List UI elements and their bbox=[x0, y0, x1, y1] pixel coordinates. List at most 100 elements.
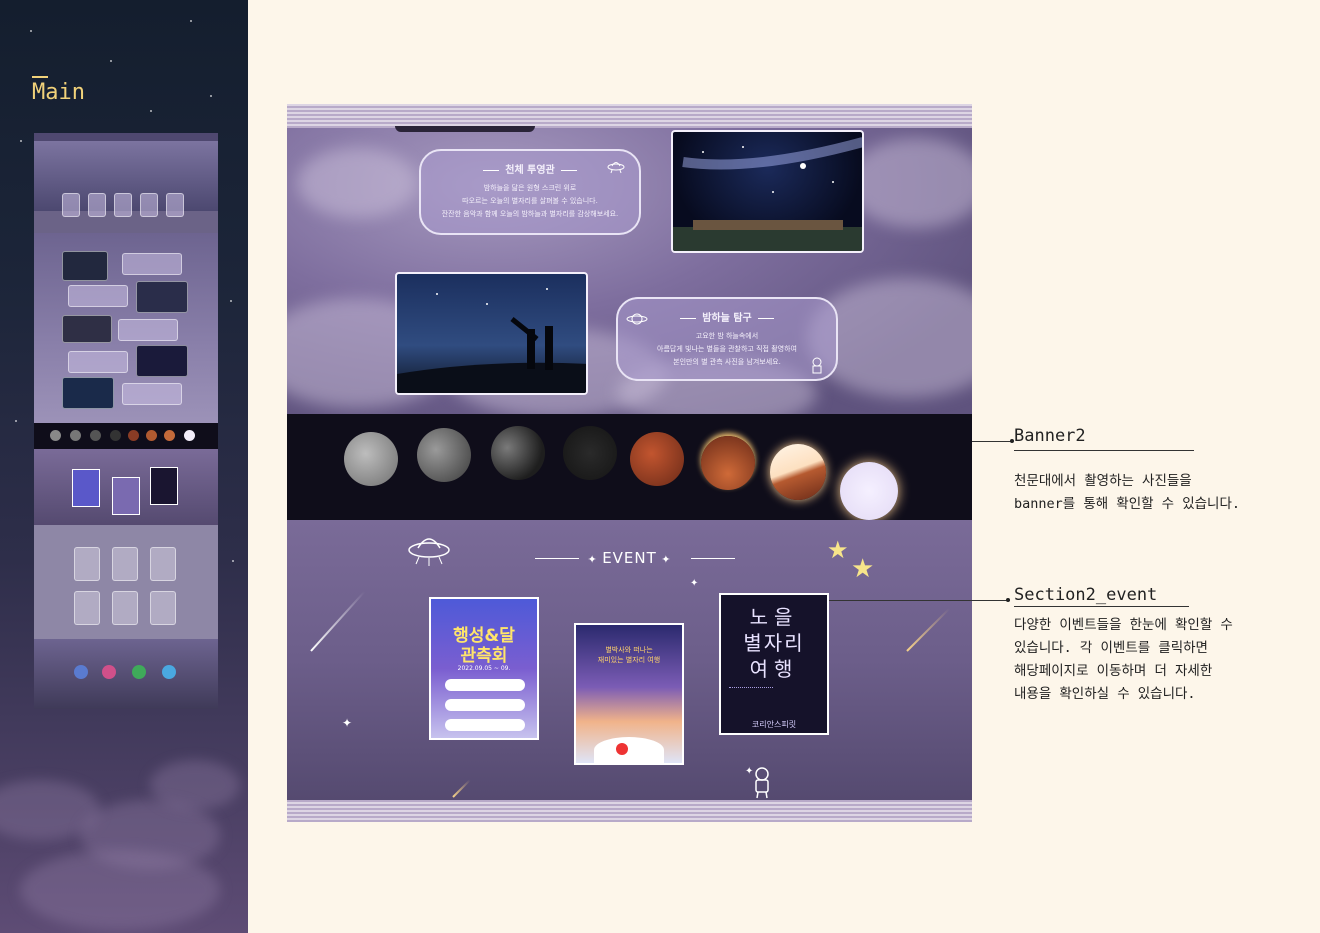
banner2-title: Banner2 bbox=[1014, 426, 1086, 446]
page-mockup: 천체 투영관 밤하늘을 닮은 원형 스크린 위로 따오르는 오늘의 별자리를 살… bbox=[287, 104, 972, 822]
thumb-card bbox=[114, 193, 132, 217]
star-dot bbox=[232, 560, 234, 562]
star-dot bbox=[30, 30, 32, 32]
page-thumbnail[interactable] bbox=[34, 133, 218, 709]
cloud bbox=[20, 850, 220, 930]
star-icon: ★ bbox=[851, 554, 875, 584]
event-description: 다양한 이벤트들을 한눈에 확인할 수 있습니다. 각 이벤트를 클릭하면 해당… bbox=[1014, 617, 1233, 702]
sparkle-icon: ✦ bbox=[656, 553, 672, 566]
banner2-leader-line bbox=[972, 441, 1012, 442]
thumb-twitter-icon bbox=[162, 665, 176, 679]
planetarium-card[interactable]: 천체 투영관 밤하늘을 닮은 원형 스크린 위로 따오르는 오늘의 별자리를 살… bbox=[419, 149, 641, 235]
previous-photo-edge bbox=[395, 126, 535, 132]
thumb-card bbox=[68, 351, 128, 373]
night-sky-card[interactable]: 밤하늘 탐구 고요한 밤 하늘속에서 아름답게 빛나는 별들을 관찰하고 직접 … bbox=[616, 297, 838, 381]
thumb-card bbox=[122, 253, 182, 275]
thumb-card bbox=[62, 193, 80, 217]
event-poster-1[interactable]: 행성&달 관측회 2022.09.05 ~ 09. bbox=[429, 597, 539, 740]
bottom-stripe bbox=[287, 800, 972, 822]
poster-info-pill bbox=[445, 699, 525, 711]
moon-phase-7 bbox=[770, 444, 826, 500]
program-section: 천체 투영관 밤하늘을 닮은 원형 스크린 위로 따오르는 오늘의 별자리를 살… bbox=[287, 126, 972, 428]
banner2-moon-band[interactable] bbox=[287, 414, 972, 520]
shooting-star-icon bbox=[906, 607, 951, 652]
thumb-card bbox=[68, 285, 128, 307]
shooting-star-icon bbox=[452, 779, 471, 798]
cloud bbox=[297, 148, 417, 218]
event-underline bbox=[1014, 606, 1189, 607]
poster-snowman bbox=[616, 743, 628, 755]
poster-snow-hill bbox=[594, 737, 664, 763]
section2-event: ✦ EVENT ✦ ★ ★ ✦ ✦ 행성&달 관측회 2022.09.05 ~ … bbox=[287, 520, 972, 800]
shooting-star-icon bbox=[310, 590, 366, 652]
moon-phase-2 bbox=[417, 428, 471, 482]
poster-date: 2022.09.05 ~ 09. bbox=[457, 665, 511, 672]
poster-title: 관측회 bbox=[460, 646, 508, 666]
star-dot bbox=[110, 60, 112, 62]
ufo-icon bbox=[607, 159, 625, 178]
thumb-moon bbox=[128, 430, 139, 441]
planet-icon bbox=[626, 311, 648, 331]
sidebar-title: Main bbox=[32, 80, 85, 105]
thumb-moon bbox=[184, 430, 195, 441]
poster-info-pill bbox=[445, 679, 525, 691]
astronaut-icon bbox=[810, 357, 824, 381]
thumb-photo bbox=[136, 281, 188, 313]
event-leader-line bbox=[829, 600, 1010, 601]
poster-footer: 코리안스피릿 bbox=[751, 720, 797, 729]
cloud bbox=[150, 760, 240, 810]
thumb-card bbox=[122, 383, 182, 405]
poster-info-pill bbox=[445, 719, 525, 731]
poster-title: 재미있는 별자리 여행 bbox=[597, 656, 661, 664]
star-dot bbox=[150, 110, 152, 112]
event-leader-dot bbox=[1006, 598, 1010, 602]
event-title-text: EVENT bbox=[602, 549, 657, 567]
thumb-card bbox=[166, 193, 184, 217]
top-stripe bbox=[287, 104, 972, 128]
star-dot bbox=[190, 20, 192, 22]
thumb-card bbox=[88, 193, 106, 217]
thumb-photo bbox=[62, 315, 112, 343]
poster-title: 여행 bbox=[749, 657, 799, 681]
star-dot bbox=[210, 95, 212, 97]
event-poster-2[interactable]: 별박사와 떠나는 재미있는 별자리 여행 bbox=[574, 623, 684, 765]
thumb-card bbox=[140, 193, 158, 217]
card-text: 밤하늘을 닮은 원형 스크린 위로 따오르는 오늘의 별자리를 살펴볼 수 있습… bbox=[441, 184, 619, 218]
poster-title: 노을 bbox=[749, 605, 799, 629]
moon-phase-8 bbox=[840, 462, 898, 520]
thumb-product-card bbox=[150, 591, 176, 625]
thumb-product-card bbox=[74, 591, 100, 625]
thumb-product-card bbox=[112, 591, 138, 625]
poster-details bbox=[729, 687, 773, 717]
thumb-card bbox=[118, 319, 178, 341]
banner2-description: 천문대에서 촬영하는 사진들을 banner를 통해 확인할 수 있습니다. bbox=[1014, 473, 1241, 512]
poster-title: 별박사와 떠나는 bbox=[605, 646, 653, 654]
event-title-annotation: Section2_event bbox=[1014, 585, 1158, 605]
ufo-icon bbox=[407, 530, 451, 572]
cloud bbox=[847, 138, 972, 228]
thumb-moon bbox=[146, 430, 157, 441]
thumb-poster bbox=[112, 477, 140, 515]
thumb-instagram-icon bbox=[102, 665, 116, 679]
moon-phase-5 bbox=[630, 432, 684, 486]
thumb-poster bbox=[150, 467, 178, 505]
thumb-poster bbox=[72, 469, 100, 507]
sparkle-icon: ✦ bbox=[342, 716, 353, 730]
moon-phase-6 bbox=[701, 436, 755, 490]
card-title: 밤하늘 탐구 bbox=[618, 309, 836, 324]
poster-title: 별자리 bbox=[743, 631, 805, 655]
event-poster-3[interactable]: 노을 별자리 여행 코리안스피릿 bbox=[719, 593, 829, 735]
moon-phase-3 bbox=[491, 426, 545, 480]
thumb-moon bbox=[70, 430, 81, 441]
observation-photo[interactable] bbox=[395, 272, 588, 395]
thumb-moon bbox=[90, 430, 101, 441]
sparkle-icon: ✦ bbox=[587, 553, 603, 566]
thumb-photo bbox=[62, 377, 114, 409]
planetarium-photo[interactable] bbox=[671, 130, 864, 253]
thumb-footer bbox=[34, 639, 218, 709]
title-accent-bar bbox=[32, 76, 48, 78]
thumb-moon bbox=[110, 430, 121, 441]
card-text: 고요한 밤 하늘속에서 아름답게 빛나는 별들을 관찰하고 직접 촬영하여 본인… bbox=[657, 332, 797, 366]
thumb-product-card bbox=[150, 547, 176, 581]
sparkle-icon: ✦ bbox=[690, 578, 699, 589]
